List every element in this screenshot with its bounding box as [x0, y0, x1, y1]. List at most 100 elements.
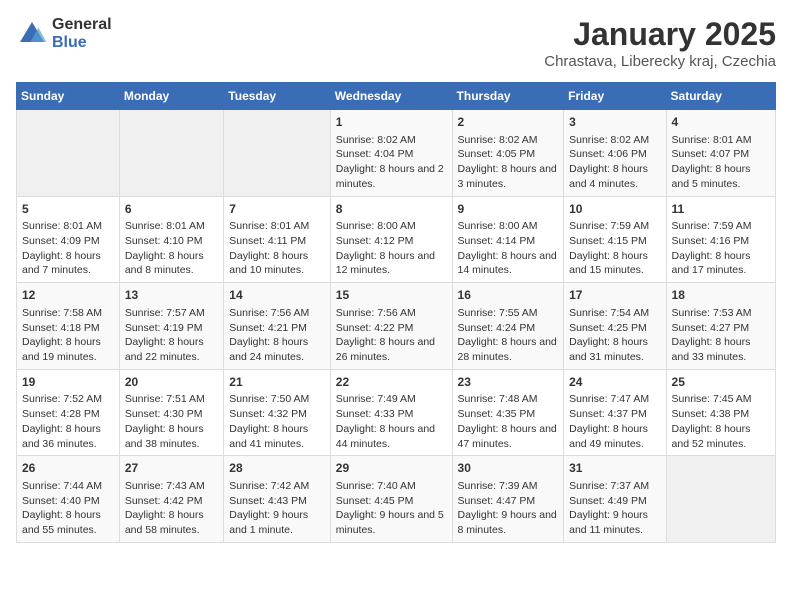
day-number: 20 — [125, 374, 218, 391]
title-block: January 2025 Chrastava, Liberecky kraj, … — [544, 16, 776, 70]
calendar-cell: 15Sunrise: 7:56 AM Sunset: 4:22 PM Dayli… — [330, 283, 452, 370]
day-number: 16 — [458, 287, 559, 304]
week-row-3: 12 Sunrise: 7:58 AM Sunset: 4:18 PM Dayli… — [17, 283, 776, 370]
day-number: 22 — [336, 374, 447, 391]
logo: General Blue — [16, 16, 112, 51]
day-number: 4 — [672, 114, 770, 131]
day-content: Sunrise: 7:53 AM Sunset: 4:27 PM Dayligh… — [672, 306, 770, 365]
day-content: Sunrise: 7:40 AM Sunset: 4:45 PM Dayligh… — [336, 479, 447, 538]
calendar-cell: 19Sunrise: 7:52 AM Sunset: 4:28 PM Dayli… — [17, 369, 120, 456]
calendar-cell: 4 Sunrise: 8:01 AM Sunset: 4:07 PM Daylig… — [666, 110, 775, 197]
day-content: Sunrise: 7:48 AM Sunset: 4:35 PM Dayligh… — [458, 392, 559, 451]
day-content: Sunrise: 8:02 AM Sunset: 4:06 PM Dayligh… — [569, 133, 660, 192]
calendar-cell: 20Sunrise: 7:51 AM Sunset: 4:30 PM Dayli… — [119, 369, 223, 456]
header-saturday: Saturday — [666, 83, 775, 110]
calendar-cell: 13 Sunrise: 7:57 AM Sunset: 4:19 PM Dayli… — [119, 283, 223, 370]
day-number: 8 — [336, 201, 447, 218]
day-number: 11 — [672, 201, 770, 218]
day-number: 24 — [569, 374, 660, 391]
day-content: Sunrise: 8:02 AM Sunset: 4:05 PM Dayligh… — [458, 133, 559, 192]
day-number: 19 — [22, 374, 114, 391]
day-content: Sunrise: 7:49 AM Sunset: 4:33 PM Dayligh… — [336, 392, 447, 451]
calendar-body: 1 Sunrise: 8:02 AM Sunset: 4:04 PM Daylig… — [17, 110, 776, 543]
header-sunday: Sunday — [17, 83, 120, 110]
day-content: Sunrise: 8:02 AM Sunset: 4:04 PM Dayligh… — [336, 133, 447, 192]
day-number: 1 — [336, 114, 447, 131]
day-content: Sunrise: 7:45 AM Sunset: 4:38 PM Dayligh… — [672, 392, 770, 451]
calendar-cell: 10Sunrise: 7:59 AM Sunset: 4:15 PM Dayli… — [564, 196, 666, 283]
day-content: Sunrise: 7:56 AM Sunset: 4:22 PM Dayligh… — [336, 306, 447, 365]
page-title: January 2025 — [544, 16, 776, 53]
header-friday: Friday — [564, 83, 666, 110]
calendar-cell: 2 Sunrise: 8:02 AM Sunset: 4:05 PM Daylig… — [452, 110, 564, 197]
calendar-cell: 16 Sunrise: 7:55 AM Sunset: 4:24 PM Dayli… — [452, 283, 564, 370]
day-content: Sunrise: 7:42 AM Sunset: 4:43 PM Dayligh… — [229, 479, 324, 538]
header-tuesday: Tuesday — [224, 83, 330, 110]
day-number: 13 — [125, 287, 218, 304]
calendar-header: Sunday Monday Tuesday Wednesday Thursday… — [17, 83, 776, 110]
day-number: 3 — [569, 114, 660, 131]
calendar-cell — [666, 456, 775, 543]
calendar-cell: 25Sunrise: 7:45 AM Sunset: 4:38 PM Dayli… — [666, 369, 775, 456]
day-content: Sunrise: 7:50 AM Sunset: 4:32 PM Dayligh… — [229, 392, 324, 451]
day-number: 29 — [336, 460, 447, 477]
day-number: 12 — [22, 287, 114, 304]
calendar-cell: 5Sunrise: 8:01 AM Sunset: 4:09 PM Daylig… — [17, 196, 120, 283]
calendar-cell: 23Sunrise: 7:48 AM Sunset: 4:35 PM Dayli… — [452, 369, 564, 456]
day-number: 5 — [22, 201, 114, 218]
day-content: Sunrise: 7:58 AM Sunset: 4:18 PM Dayligh… — [22, 306, 114, 365]
calendar-cell: 22Sunrise: 7:49 AM Sunset: 4:33 PM Dayli… — [330, 369, 452, 456]
day-number: 23 — [458, 374, 559, 391]
day-content: Sunrise: 8:01 AM Sunset: 4:11 PM Dayligh… — [229, 219, 324, 278]
day-content: Sunrise: 7:44 AM Sunset: 4:40 PM Dayligh… — [22, 479, 114, 538]
calendar-table: Sunday Monday Tuesday Wednesday Thursday… — [16, 82, 776, 543]
day-number: 2 — [458, 114, 559, 131]
header-wednesday: Wednesday — [330, 83, 452, 110]
header-thursday: Thursday — [452, 83, 564, 110]
day-content: Sunrise: 8:01 AM Sunset: 4:07 PM Dayligh… — [672, 133, 770, 192]
calendar-cell: 8Sunrise: 8:00 AM Sunset: 4:12 PM Daylig… — [330, 196, 452, 283]
day-content: Sunrise: 8:00 AM Sunset: 4:14 PM Dayligh… — [458, 219, 559, 278]
day-number: 9 — [458, 201, 559, 218]
calendar-cell: 18 Sunrise: 7:53 AM Sunset: 4:27 PM Dayli… — [666, 283, 775, 370]
day-number: 7 — [229, 201, 324, 218]
day-content: Sunrise: 7:39 AM Sunset: 4:47 PM Dayligh… — [458, 479, 559, 538]
day-number: 25 — [672, 374, 770, 391]
day-content: Sunrise: 7:47 AM Sunset: 4:37 PM Dayligh… — [569, 392, 660, 451]
calendar-cell: 31Sunrise: 7:37 AM Sunset: 4:49 PM Dayli… — [564, 456, 666, 543]
day-number: 18 — [672, 287, 770, 304]
calendar-cell: 26Sunrise: 7:44 AM Sunset: 4:40 PM Dayli… — [17, 456, 120, 543]
calendar-cell: 11Sunrise: 7:59 AM Sunset: 4:16 PM Dayli… — [666, 196, 775, 283]
day-number: 27 — [125, 460, 218, 477]
calendar-cell — [119, 110, 223, 197]
logo-general: General — [52, 16, 112, 34]
calendar-cell: 12 Sunrise: 7:58 AM Sunset: 4:18 PM Dayli… — [17, 283, 120, 370]
day-content: Sunrise: 7:51 AM Sunset: 4:30 PM Dayligh… — [125, 392, 218, 451]
day-content: Sunrise: 7:37 AM Sunset: 4:49 PM Dayligh… — [569, 479, 660, 538]
calendar-cell: 3 Sunrise: 8:02 AM Sunset: 4:06 PM Daylig… — [564, 110, 666, 197]
calendar-cell: 30Sunrise: 7:39 AM Sunset: 4:47 PM Dayli… — [452, 456, 564, 543]
week-row-5: 26Sunrise: 7:44 AM Sunset: 4:40 PM Dayli… — [17, 456, 776, 543]
day-content: Sunrise: 7:59 AM Sunset: 4:15 PM Dayligh… — [569, 219, 660, 278]
day-content: Sunrise: 7:59 AM Sunset: 4:16 PM Dayligh… — [672, 219, 770, 278]
day-content: Sunrise: 7:52 AM Sunset: 4:28 PM Dayligh… — [22, 392, 114, 451]
day-number: 6 — [125, 201, 218, 218]
calendar-cell: 9Sunrise: 8:00 AM Sunset: 4:14 PM Daylig… — [452, 196, 564, 283]
day-content: Sunrise: 8:01 AM Sunset: 4:09 PM Dayligh… — [22, 219, 114, 278]
day-number: 28 — [229, 460, 324, 477]
day-number: 21 — [229, 374, 324, 391]
page-header: General Blue January 2025 Chrastava, Lib… — [16, 16, 776, 70]
calendar-cell: 17Sunrise: 7:54 AM Sunset: 4:25 PM Dayli… — [564, 283, 666, 370]
day-content: Sunrise: 8:00 AM Sunset: 4:12 PM Dayligh… — [336, 219, 447, 278]
page-subtitle: Chrastava, Liberecky kraj, Czechia — [544, 53, 776, 70]
day-content: Sunrise: 7:43 AM Sunset: 4:42 PM Dayligh… — [125, 479, 218, 538]
day-content: Sunrise: 7:57 AM Sunset: 4:19 PM Dayligh… — [125, 306, 218, 365]
week-row-2: 5Sunrise: 8:01 AM Sunset: 4:09 PM Daylig… — [17, 196, 776, 283]
day-number: 10 — [569, 201, 660, 218]
day-content: Sunrise: 7:55 AM Sunset: 4:24 PM Dayligh… — [458, 306, 559, 365]
logo-text: General Blue — [52, 16, 112, 51]
day-content: Sunrise: 8:01 AM Sunset: 4:10 PM Dayligh… — [125, 219, 218, 278]
calendar-cell: 7Sunrise: 8:01 AM Sunset: 4:11 PM Daylig… — [224, 196, 330, 283]
calendar-cell — [224, 110, 330, 197]
week-row-1: 1 Sunrise: 8:02 AM Sunset: 4:04 PM Daylig… — [17, 110, 776, 197]
